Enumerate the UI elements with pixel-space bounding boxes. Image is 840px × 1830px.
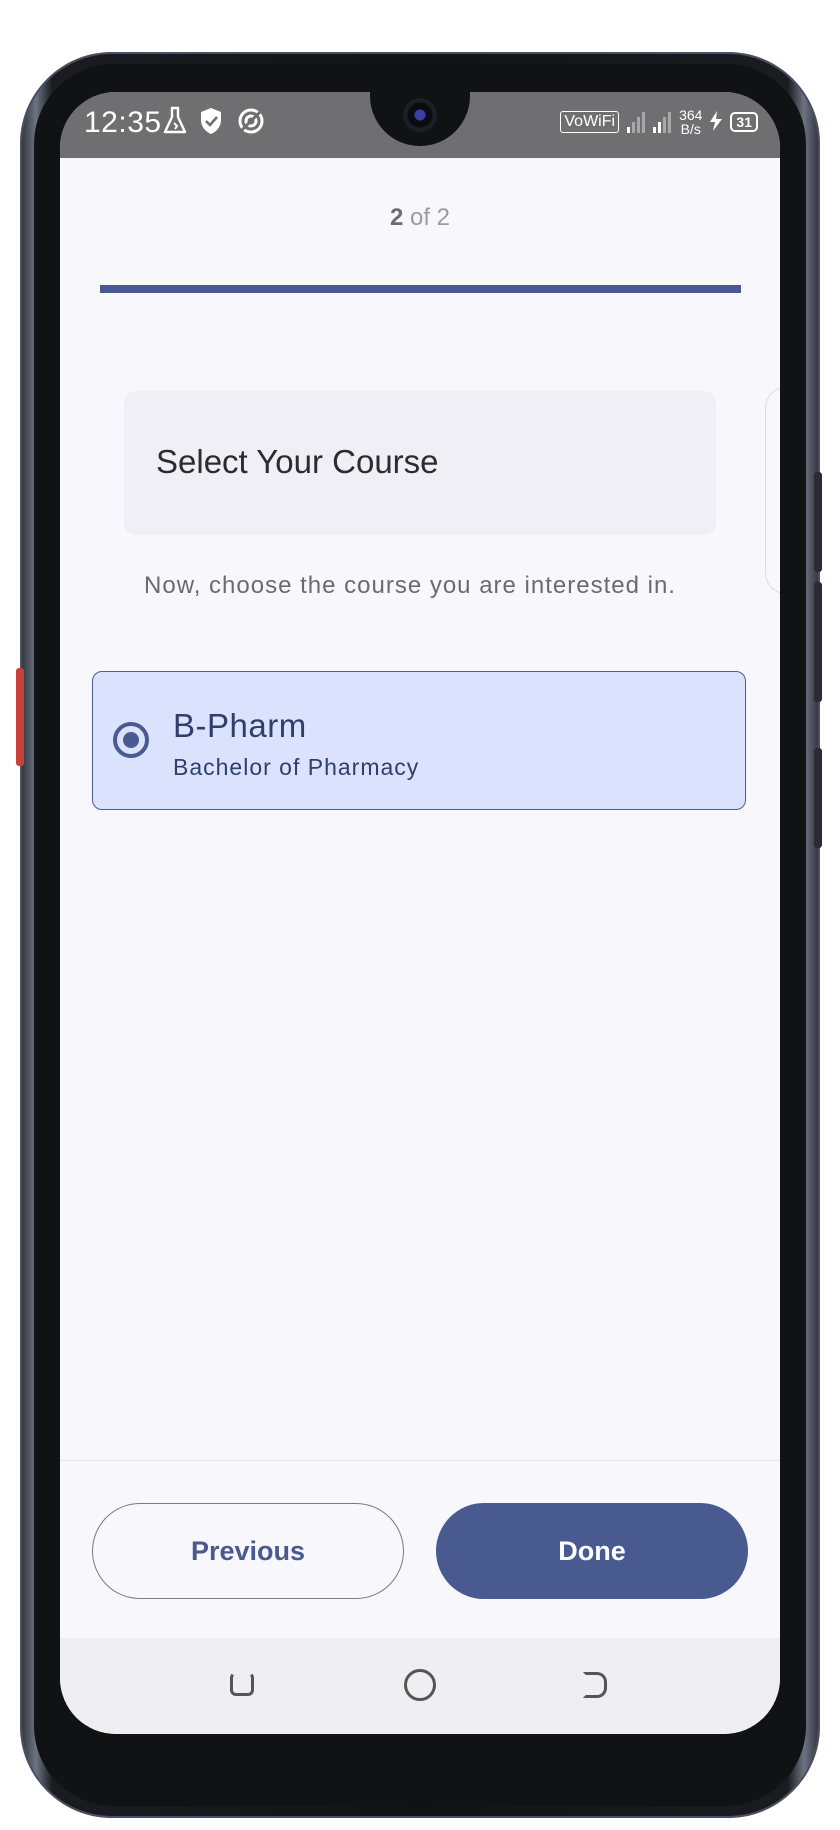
title-card: Select Your Course — [124, 391, 716, 535]
back-icon[interactable] — [583, 1672, 607, 1698]
status-time: 12:35 — [84, 106, 162, 139]
recent-apps-icon[interactable] — [230, 1672, 254, 1696]
radio-dot — [123, 732, 139, 748]
battery-level: 31 — [730, 112, 758, 132]
app-screen: 12:35 VoWiFi 364 B/s 31 2 of 2 Select Yo… — [60, 92, 780, 1734]
shield-check-icon — [198, 106, 224, 144]
vowifi-badge: VoWiFi — [560, 111, 620, 133]
data-saver-icon — [236, 106, 266, 144]
volume-up-button — [814, 472, 822, 572]
page-title: Select Your Course — [156, 443, 439, 480]
charging-bolt-icon — [710, 110, 723, 134]
progress-bar — [100, 285, 741, 293]
status-bar: 12:35 VoWiFi 364 B/s 31 — [60, 92, 780, 158]
power-button-accent — [16, 668, 24, 766]
step-current: 2 — [389, 204, 404, 231]
status-right-group: VoWiFi 364 B/s 31 — [560, 108, 758, 136]
system-navigation-bar — [60, 1638, 780, 1734]
radio-selected-icon[interactable] — [113, 722, 149, 758]
side-key — [814, 748, 822, 848]
network-speed-unit: B/s — [680, 121, 701, 137]
course-option-title: B-Pharm — [173, 707, 307, 744]
page-subtitle: Now, choose the course you are intereste… — [144, 572, 676, 599]
signal-1-icon — [627, 111, 646, 133]
lab-flask-icon — [162, 106, 188, 144]
network-speed-value: 364 — [679, 107, 703, 123]
step-indicator: 2 of 2 — [60, 204, 780, 232]
progress-fill — [100, 285, 741, 293]
network-speed: 364 B/s — [679, 108, 702, 136]
signal-2-icon — [653, 111, 672, 133]
course-option-subtitle: Bachelor of Pharmacy — [173, 754, 420, 780]
front-camera — [403, 98, 437, 132]
done-button[interactable]: Done — [436, 1503, 748, 1599]
volume-down-button — [814, 582, 822, 702]
previous-button[interactable]: Previous — [92, 1503, 404, 1599]
home-icon[interactable] — [404, 1669, 436, 1701]
step-total: of 2 — [410, 204, 451, 231]
footer-divider — [60, 1460, 780, 1461]
next-card-edge — [765, 387, 780, 594]
course-option-b-pharm[interactable]: B-Pharm Bachelor of Pharmacy — [92, 671, 746, 810]
